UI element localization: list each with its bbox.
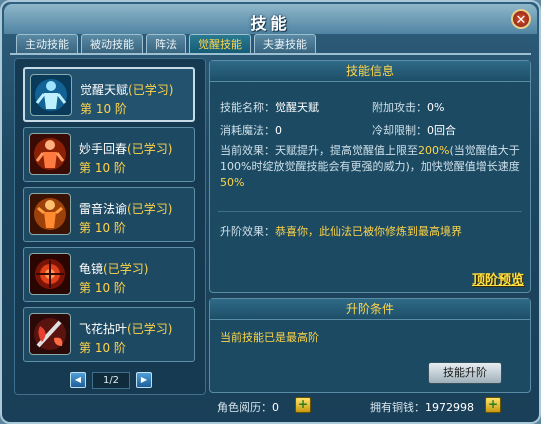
thunder-figure-icon	[29, 193, 71, 235]
skill-level: 第 10 阶	[80, 102, 127, 116]
window-title: 技能	[250, 14, 291, 33]
advance-effect: 升阶效果：恭喜你，此仙法已被你修炼到最高境界	[220, 225, 462, 238]
skill-info-header: 技能信息	[210, 61, 530, 82]
skill-list: 觉醒天赋(已学习) 第 10 阶 妙手回春(已学习) 第 10 阶 雷音法谕(已…	[14, 58, 206, 395]
cooldown-row: 冷却限制：0回合	[372, 124, 456, 137]
skill-list-item[interactable]: 龟镜(已学习) 第 10 阶	[23, 247, 195, 302]
close-icon[interactable]: ✕	[511, 9, 531, 29]
skill-level: 第 10 阶	[79, 161, 126, 175]
skill-level: 第 10 阶	[79, 281, 126, 295]
tab-bar: 主动技能 被动技能 阵法 觉醒技能 夫妻技能	[16, 34, 316, 54]
tab-formation[interactable]: 阵法	[146, 34, 186, 54]
current-effect: 当前效果：天赋提升，提高觉醒值上限至200%(当觉醒值大于100%时绽放觉醒技能…	[220, 144, 520, 189]
conditions-text: 当前技能已是最高阶	[220, 331, 319, 344]
flying-leaf-icon	[29, 313, 71, 355]
prev-arrow-icon[interactable]: ◀	[70, 372, 86, 388]
skill-name: 妙手回春(已学习)	[79, 142, 173, 156]
skill-list-item[interactable]: 觉醒天赋(已学习) 第 10 阶	[23, 67, 195, 122]
footer-stats: 角色阅历：0 + 拥有铜钱：1972998 +	[2, 395, 539, 419]
mana-cost-row: 消耗魔法：0	[220, 124, 282, 137]
tab-passive-skills[interactable]: 被动技能	[81, 34, 143, 54]
experience-stat: 角色阅历：0	[217, 401, 279, 414]
pager: ◀ 1/2 ▶	[70, 372, 152, 389]
skill-upgrade-button[interactable]: 技能升阶	[428, 362, 502, 384]
page-indicator: 1/2	[92, 372, 130, 389]
skill-name: 雷音法谕(已学习)	[79, 202, 173, 216]
skills-window: 技能 ✕ 主动技能 被动技能 阵法 觉醒技能 夫妻技能 觉醒天赋(已学习) 第 …	[0, 0, 541, 424]
add-copper-icon[interactable]: +	[485, 397, 501, 413]
skill-name-row: 技能名称：觉醒天赋	[220, 101, 319, 114]
skill-name: 飞花拈叶(已学习)	[79, 322, 173, 336]
awaken-figure-icon	[30, 74, 72, 116]
skill-level: 第 10 阶	[79, 341, 126, 355]
skill-list-item[interactable]: 飞花拈叶(已学习) 第 10 阶	[23, 307, 195, 362]
skill-name: 龟镜(已学习)	[79, 262, 149, 276]
tab-awakening-skills[interactable]: 觉醒技能	[189, 34, 251, 54]
healing-figure-icon	[29, 133, 71, 175]
skill-level: 第 10 阶	[79, 221, 126, 235]
copper-stat: 拥有铜钱：1972998	[370, 401, 474, 414]
title-bar[interactable]: 技能 ✕	[4, 4, 537, 34]
top-tier-preview-link[interactable]: 顶阶预览	[472, 269, 524, 288]
shield-mirror-icon	[29, 253, 71, 295]
conditions-header: 升阶条件	[210, 299, 530, 320]
skill-list-item[interactable]: 雷音法谕(已学习) 第 10 阶	[23, 187, 195, 242]
next-arrow-icon[interactable]: ▶	[136, 372, 152, 388]
tab-divider	[10, 53, 531, 55]
skill-list-item[interactable]: 妙手回春(已学习) 第 10 阶	[23, 127, 195, 182]
skill-name: 觉醒天赋(已学习)	[80, 83, 174, 97]
divider	[218, 211, 522, 212]
add-experience-icon[interactable]: +	[295, 397, 311, 413]
upgrade-conditions-panel: 升阶条件 当前技能已是最高阶 技能升阶	[209, 298, 531, 393]
extra-attack-row: 附加攻击：0%	[372, 101, 445, 114]
skill-info-panel: 技能信息 技能名称：觉醒天赋 附加攻击：0% 消耗魔法：0 冷却限制：0回合 当…	[209, 60, 531, 293]
tab-couple-skills[interactable]: 夫妻技能	[254, 34, 316, 54]
tab-active-skills[interactable]: 主动技能	[16, 34, 78, 54]
